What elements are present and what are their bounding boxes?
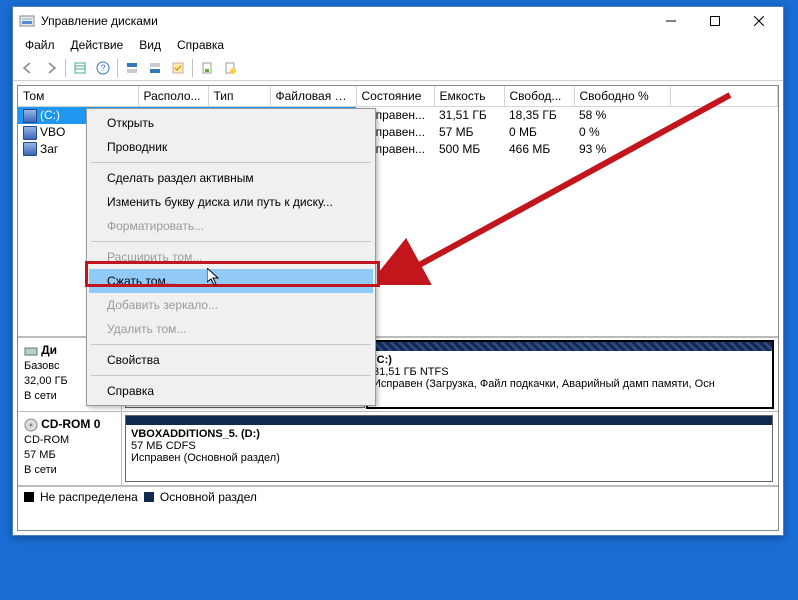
legend: Не распределена Основной раздел (18, 486, 778, 506)
ctx-explorer[interactable]: Проводник (89, 135, 373, 159)
col-free[interactable]: Свобод... (504, 86, 574, 107)
menu-help[interactable]: Справка (169, 36, 232, 54)
col-volume[interactable]: Том (18, 86, 138, 107)
cdrom-title: CD-ROM 0 (41, 417, 100, 431)
ctx-format[interactable]: Форматировать... (89, 214, 373, 238)
menu-view[interactable]: Вид (131, 36, 169, 54)
legend-swatch-unallocated (24, 492, 34, 502)
cdrom-row: CD-ROM 0 CD-ROM 57 МБ В сети VBOXADDITIO… (18, 412, 778, 486)
ctx-properties[interactable]: Свойства (89, 348, 373, 372)
menu-bar: Файл Действие Вид Справка (13, 35, 783, 55)
help-icon[interactable]: ? (92, 57, 114, 79)
volume-icon (23, 109, 37, 123)
ctx-extend[interactable]: Расширить том... (89, 245, 373, 269)
ctx-change-letter[interactable]: Изменить букву диска или путь к диску... (89, 190, 373, 214)
col-layout[interactable]: Располо... (138, 86, 208, 107)
disk-summary[interactable]: CD-ROM 0 CD-ROM 57 МБ В сети (18, 412, 122, 485)
legend-primary: Основной раздел (160, 490, 257, 504)
disk-title: Ди (41, 343, 57, 357)
window-title: Управление дисками (41, 14, 649, 28)
menu-file[interactable]: Файл (17, 36, 63, 54)
title-bar[interactable]: Управление дисками (13, 7, 783, 35)
volume-icon (23, 142, 37, 156)
menu-action[interactable]: Действие (63, 36, 132, 54)
col-type[interactable]: Тип (208, 86, 270, 107)
legend-unallocated: Не распределена (40, 490, 138, 504)
col-fs[interactable]: Файловая с... (270, 86, 356, 107)
view-top-icon[interactable] (121, 57, 143, 79)
ctx-help[interactable]: Справка (89, 379, 373, 403)
ctx-mirror[interactable]: Добавить зеркало... (89, 293, 373, 317)
legend-swatch-primary (144, 492, 154, 502)
forward-button[interactable] (40, 57, 62, 79)
context-menu: Открыть Проводник Сделать раздел активны… (86, 108, 376, 406)
view-bottom-icon[interactable] (144, 57, 166, 79)
ctx-make-active[interactable]: Сделать раздел активным (89, 166, 373, 190)
volume-block[interactable]: VBOXADDITIONS_5. (D:) 57 МБ CDFS Исправе… (125, 415, 773, 482)
col-freepct[interactable]: Свободно % (574, 86, 670, 107)
back-button[interactable] (17, 57, 39, 79)
properties-icon[interactable] (196, 57, 218, 79)
ctx-shrink[interactable]: Сжать том... (89, 269, 373, 293)
ctx-separator (91, 241, 371, 242)
app-icon (19, 13, 35, 29)
settings-icon[interactable] (167, 57, 189, 79)
list-icon[interactable] (69, 57, 91, 79)
ctx-open[interactable]: Открыть (89, 111, 373, 135)
toolbar: ? (13, 55, 783, 81)
action-icon[interactable] (219, 57, 241, 79)
minimize-button[interactable] (649, 7, 693, 35)
ctx-separator (91, 162, 371, 163)
svg-text:?: ? (100, 63, 105, 73)
ctx-separator (91, 344, 371, 345)
table-header-row: Том Располо... Тип Файловая с... Состоян… (18, 86, 778, 107)
ctx-delete[interactable]: Удалить том... (89, 317, 373, 341)
close-button[interactable] (737, 7, 781, 35)
volume-icon (23, 126, 37, 140)
maximize-button[interactable] (693, 7, 737, 35)
col-capacity[interactable]: Емкость (434, 86, 504, 107)
ctx-separator (91, 375, 371, 376)
col-state[interactable]: Состояние (356, 86, 434, 107)
volume-block-selected[interactable]: (C:) 31,51 ГБ NTFS Исправен (Загрузка, Ф… (367, 341, 773, 408)
